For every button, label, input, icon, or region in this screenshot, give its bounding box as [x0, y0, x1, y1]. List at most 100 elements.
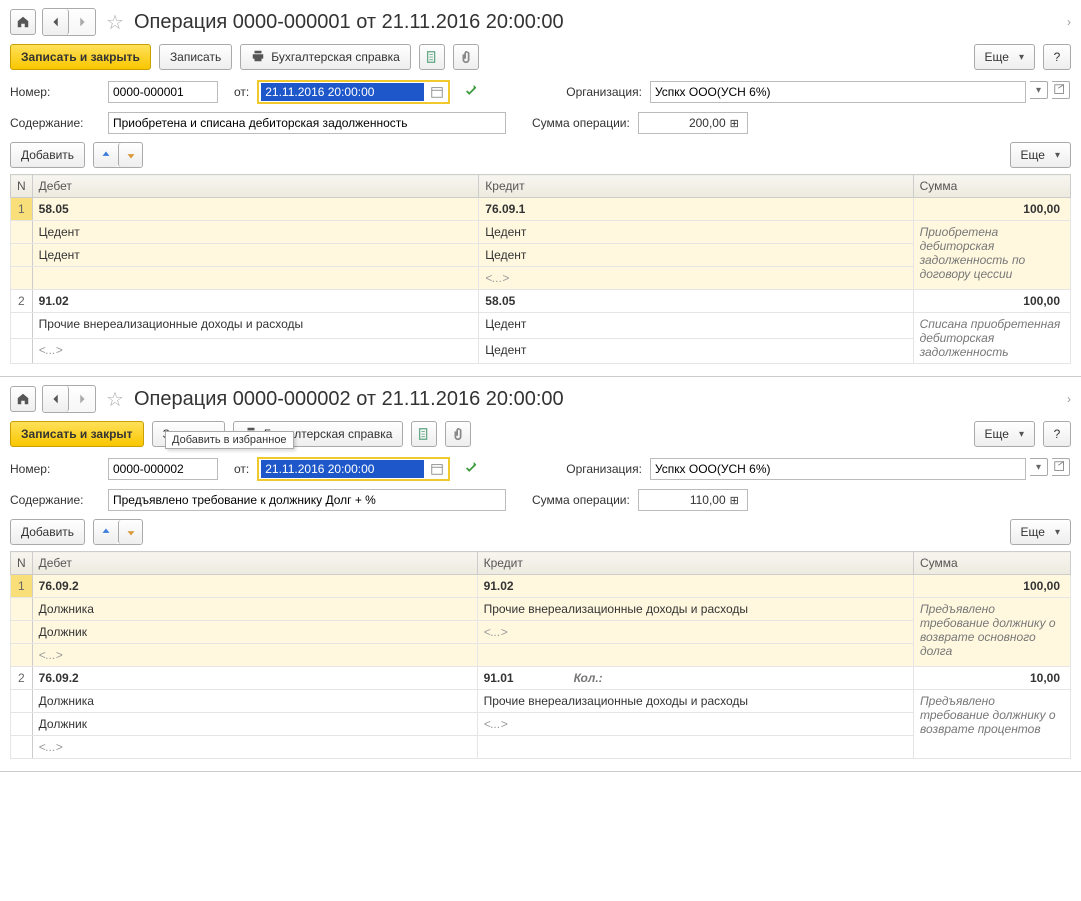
- col-n[interactable]: N: [11, 552, 33, 575]
- date-input[interactable]: [261, 460, 424, 478]
- table-row[interactable]: <...>: [11, 736, 1071, 759]
- date-field[interactable]: [257, 80, 450, 104]
- sum-field[interactable]: 200,00 ⊞: [638, 112, 748, 134]
- calendar-icon[interactable]: [428, 83, 446, 101]
- document-icon-button[interactable]: [419, 44, 445, 70]
- add-row-button[interactable]: Добавить: [10, 519, 85, 545]
- kredit-cell[interactable]: <...>: [479, 267, 913, 290]
- debet-cell[interactable]: <...>: [32, 736, 477, 759]
- debet-cell[interactable]: <...>: [32, 338, 479, 364]
- number-input[interactable]: [108, 81, 218, 103]
- attachment-button[interactable]: [445, 421, 471, 447]
- apply-date-icon[interactable]: [464, 84, 478, 101]
- table-row[interactable]: 158.0576.09.1100,00: [11, 198, 1071, 221]
- kredit-cell[interactable]: Цедент: [479, 338, 913, 364]
- home-button[interactable]: [10, 386, 36, 412]
- kredit-cell[interactable]: 58.05: [479, 290, 913, 313]
- org-open-icon[interactable]: [1052, 81, 1070, 99]
- nav-back-button[interactable]: [43, 9, 69, 35]
- debet-cell[interactable]: Цедент: [32, 244, 479, 267]
- kredit-cell[interactable]: [477, 736, 913, 759]
- table-row[interactable]: Прочие внереализационные доходы и расход…: [11, 313, 1071, 339]
- save-button[interactable]: Записать: [159, 44, 232, 70]
- favorite-star-icon[interactable]: ☆: [102, 386, 128, 412]
- kredit-cell[interactable]: 76.09.1: [479, 198, 913, 221]
- move-down-button[interactable]: [118, 143, 142, 167]
- org-open-icon[interactable]: [1052, 458, 1070, 476]
- calculator-icon[interactable]: ⊞: [730, 494, 739, 507]
- attachment-button[interactable]: [453, 44, 479, 70]
- table-row[interactable]: <...>: [11, 644, 1071, 667]
- date-field[interactable]: [257, 457, 450, 481]
- debet-cell[interactable]: Должник: [32, 621, 477, 644]
- move-up-button[interactable]: [94, 520, 118, 544]
- org-input[interactable]: [650, 81, 1026, 103]
- home-button[interactable]: [10, 9, 36, 35]
- table-row[interactable]: <...>: [11, 267, 1071, 290]
- sum-field[interactable]: 110,00 ⊞: [638, 489, 748, 511]
- move-up-button[interactable]: [94, 143, 118, 167]
- calendar-icon[interactable]: [428, 460, 446, 478]
- debet-cell[interactable]: Должника: [32, 598, 477, 621]
- debet-cell[interactable]: Должника: [32, 690, 477, 713]
- debet-cell[interactable]: Цедент: [32, 221, 479, 244]
- table-row[interactable]: ЦедентЦедент: [11, 244, 1071, 267]
- org-dropdown-icon[interactable]: ▾: [1030, 458, 1048, 476]
- number-input[interactable]: [108, 458, 218, 480]
- table-row[interactable]: <...>Цедент: [11, 338, 1071, 364]
- table-row[interactable]: 276.09.291.01Кол.:10,00: [11, 667, 1071, 690]
- debet-cell[interactable]: 76.09.2: [32, 667, 477, 690]
- kredit-cell[interactable]: Прочие внереализационные доходы и расход…: [477, 598, 913, 621]
- debet-cell[interactable]: 91.02: [32, 290, 479, 313]
- help-button[interactable]: ?: [1043, 44, 1071, 70]
- col-n[interactable]: N: [11, 175, 33, 198]
- more-button[interactable]: Еще▾: [974, 421, 1035, 447]
- close-icon[interactable]: ›: [1067, 15, 1071, 29]
- kredit-cell[interactable]: [477, 644, 913, 667]
- col-kredit[interactable]: Кредит: [479, 175, 913, 198]
- favorite-star-icon[interactable]: ☆: [102, 9, 128, 35]
- kredit-cell[interactable]: 91.02: [477, 575, 913, 598]
- table-row[interactable]: ДолжникаПрочие внереализационные доходы …: [11, 598, 1071, 621]
- close-icon[interactable]: ›: [1067, 392, 1071, 406]
- table-row[interactable]: ДолжникаПрочие внереализационные доходы …: [11, 690, 1071, 713]
- debet-cell[interactable]: 76.09.2: [32, 575, 477, 598]
- kredit-cell[interactable]: Цедент: [479, 313, 913, 339]
- table-row[interactable]: Должник<...>: [11, 621, 1071, 644]
- debet-cell[interactable]: <...>: [32, 644, 477, 667]
- save-close-button[interactable]: Записать и закрыть: [10, 44, 151, 70]
- kredit-cell[interactable]: Цедент: [479, 244, 913, 267]
- content-input[interactable]: [108, 112, 506, 134]
- document-icon-button[interactable]: [411, 421, 437, 447]
- col-debet[interactable]: Дебет: [32, 552, 477, 575]
- apply-date-icon[interactable]: [464, 461, 478, 478]
- more-button[interactable]: Еще▾: [974, 44, 1035, 70]
- org-input[interactable]: [650, 458, 1026, 480]
- nav-back-button[interactable]: [43, 386, 69, 412]
- org-dropdown-icon[interactable]: ▾: [1030, 81, 1048, 99]
- table-more-button[interactable]: Еще▾: [1010, 519, 1071, 545]
- table-row[interactable]: 291.0258.05100,00: [11, 290, 1071, 313]
- table-row[interactable]: 176.09.291.02100,00: [11, 575, 1071, 598]
- kredit-cell[interactable]: <...>: [477, 713, 913, 736]
- kredit-cell[interactable]: <...>: [477, 621, 913, 644]
- debet-cell[interactable]: [32, 267, 479, 290]
- table-row[interactable]: ЦедентЦедентПриобретена дебиторская задо…: [11, 221, 1071, 244]
- move-down-button[interactable]: [118, 520, 142, 544]
- table-more-button[interactable]: Еще▾: [1010, 142, 1071, 168]
- kredit-cell[interactable]: Прочие внереализационные доходы и расход…: [477, 690, 913, 713]
- add-row-button[interactable]: Добавить: [10, 142, 85, 168]
- content-input[interactable]: [108, 489, 506, 511]
- debet-cell[interactable]: Прочие внереализационные доходы и расход…: [32, 313, 479, 339]
- col-sum[interactable]: Сумма: [913, 175, 1070, 198]
- table-row[interactable]: Должник<...>: [11, 713, 1071, 736]
- calculator-icon[interactable]: ⊞: [730, 117, 739, 130]
- date-input[interactable]: [261, 83, 424, 101]
- debet-cell[interactable]: Должник: [32, 713, 477, 736]
- kredit-cell[interactable]: 91.01Кол.:: [477, 667, 913, 690]
- print-report-button[interactable]: Бухгалтерская справка: [240, 44, 411, 70]
- col-sum[interactable]: Сумма: [913, 552, 1070, 575]
- debet-cell[interactable]: 58.05: [32, 198, 479, 221]
- col-debet[interactable]: Дебет: [32, 175, 479, 198]
- save-close-button[interactable]: Записать и закрыт: [10, 421, 144, 447]
